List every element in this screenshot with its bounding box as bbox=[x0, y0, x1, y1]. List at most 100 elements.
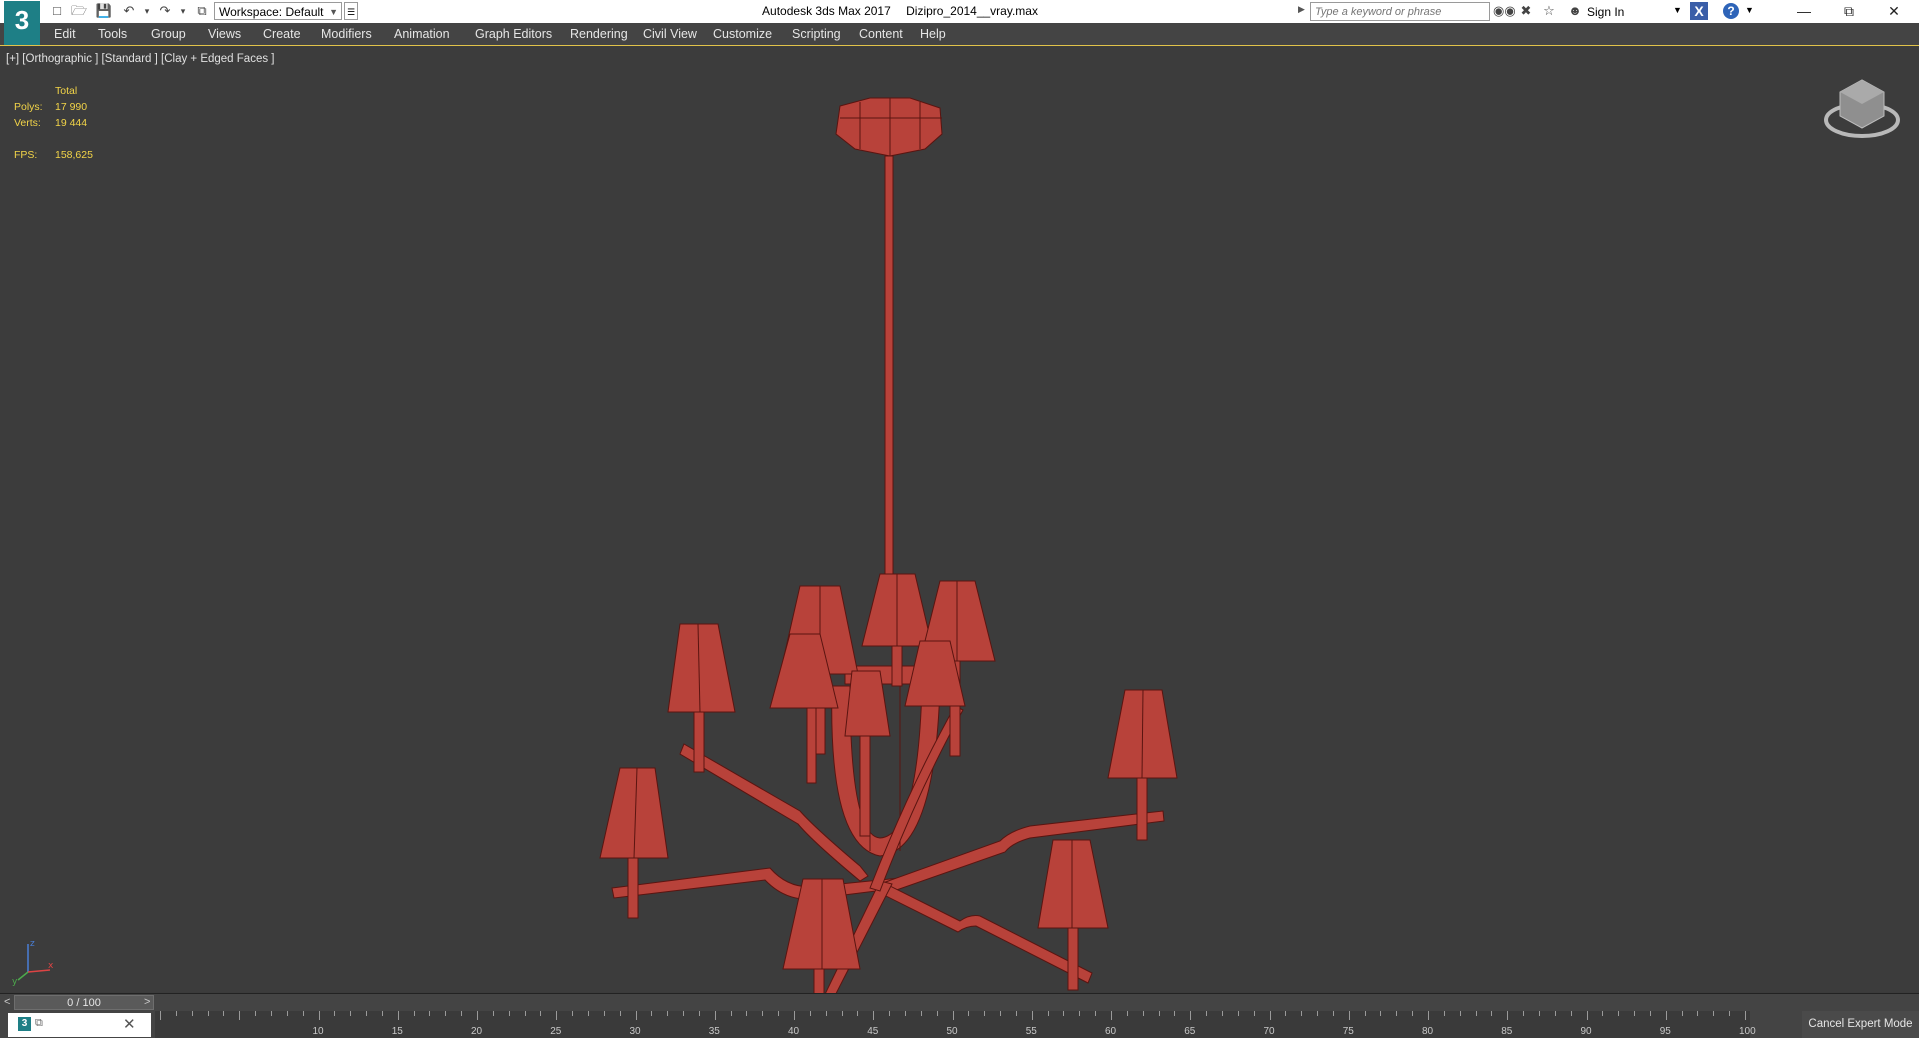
cancel-expert-mode-button[interactable]: Cancel Expert Mode bbox=[1802, 1011, 1919, 1038]
track-tick bbox=[889, 1011, 891, 1016]
suspension-rod bbox=[884, 155, 894, 577]
menu-graph-editors[interactable]: Graph Editors bbox=[475, 27, 552, 41]
menu-modifiers[interactable]: Modifiers bbox=[321, 27, 372, 41]
track-tick bbox=[698, 1011, 700, 1016]
track-tick bbox=[762, 1011, 764, 1016]
restore-icon[interactable]: ⧉ bbox=[1826, 0, 1872, 23]
help-icon[interactable]: ? bbox=[1723, 3, 1739, 19]
menu-views[interactable]: Views bbox=[208, 27, 241, 41]
sign-in-button[interactable]: Sign In bbox=[1587, 5, 1624, 19]
viewcube-icon[interactable] bbox=[1822, 76, 1902, 146]
menu-content[interactable]: Content bbox=[859, 27, 903, 41]
track-tick bbox=[461, 1011, 463, 1016]
maxscript-mini-listener[interactable]: 3 ⧉ ✕ bbox=[8, 1013, 151, 1037]
track-tick-label: 60 bbox=[1105, 1026, 1117, 1037]
track-tick bbox=[746, 1011, 748, 1016]
perspective-viewport[interactable]: [+] [Orthographic ] [Standard ] [Clay + … bbox=[0, 45, 1919, 993]
communication-center-icon[interactable]: ✖ bbox=[1517, 3, 1535, 19]
previous-frame-button[interactable]: < bbox=[4, 996, 10, 1008]
lamp-shade bbox=[599, 767, 669, 919]
menu-tools[interactable]: Tools bbox=[98, 27, 127, 41]
menu-rendering[interactable]: Rendering bbox=[570, 27, 628, 41]
workspace-value: Workspace: Default bbox=[219, 5, 324, 19]
axis-z-label: z bbox=[30, 939, 35, 949]
track-tick bbox=[1269, 1011, 1271, 1020]
track-tick bbox=[334, 1011, 336, 1016]
track-tick bbox=[1253, 1011, 1255, 1016]
axis-tripod-icon: z x y bbox=[12, 939, 54, 986]
track-tick bbox=[1713, 1011, 1715, 1016]
track-tick bbox=[1745, 1011, 1746, 1020]
track-tick bbox=[239, 1011, 241, 1020]
track-bar[interactable]: 10 15 20 25 30 35 40 45 50 55 60 65 70 75 80 85 90 95 100 bbox=[155, 1011, 1756, 1038]
menu-help[interactable]: Help bbox=[920, 27, 946, 41]
track-tick bbox=[1665, 1011, 1667, 1020]
open-file-icon[interactable]: 🗁 bbox=[70, 3, 88, 19]
user-icon[interactable]: ☻ bbox=[1566, 3, 1584, 19]
chandelier-model[interactable] bbox=[0, 46, 1919, 993]
track-tick bbox=[492, 1011, 494, 1016]
menu-bar: Edit Tools Group Views Create Modifiers … bbox=[0, 23, 1919, 46]
track-tick-label: 100 bbox=[1739, 1026, 1756, 1037]
menu-civil-view[interactable]: Civil View bbox=[643, 27, 697, 41]
track-tick bbox=[381, 1011, 383, 1016]
viewport-label-menu[interactable]: [+] [Orthographic ] [Standard ] [Clay + … bbox=[6, 53, 274, 65]
workspace-dropdown[interactable]: Workspace: Default ▼ bbox=[214, 2, 342, 20]
track-tick bbox=[1396, 1011, 1398, 1016]
track-tick bbox=[1491, 1011, 1493, 1016]
close-icon[interactable]: ✕ bbox=[123, 1015, 136, 1033]
track-tick bbox=[968, 1011, 970, 1016]
title-bar: 3 □ 🗁 💾 ↶ ▾ ↷ ▾ ⧉ Workspace: Default ▼ ☰… bbox=[0, 0, 1919, 45]
time-slider-thumb[interactable]: 0 / 100 bbox=[14, 995, 154, 1010]
binoculars-icon[interactable]: ◉◉ bbox=[1493, 3, 1516, 19]
restore-icon[interactable]: ⧉ bbox=[35, 1017, 43, 1030]
polys-value: 17 990 bbox=[55, 101, 88, 113]
track-tick bbox=[1126, 1011, 1128, 1016]
chevron-down-icon[interactable]: ▼ bbox=[1745, 5, 1754, 15]
menu-create[interactable]: Create bbox=[263, 27, 301, 41]
save-file-icon[interactable]: 💾 bbox=[95, 3, 113, 19]
lamp-shade bbox=[1037, 839, 1109, 991]
search-expand-icon[interactable]: ▶ bbox=[1298, 4, 1305, 15]
close-icon[interactable]: ✕ bbox=[1871, 0, 1917, 23]
track-tick-label: 65 bbox=[1184, 1026, 1196, 1037]
menu-group[interactable]: Group bbox=[151, 27, 186, 41]
track-tick bbox=[556, 1011, 558, 1020]
time-slider[interactable]: < 0 / 100 > bbox=[0, 993, 1919, 1012]
track-tick bbox=[1317, 1011, 1319, 1016]
bottom-bar: 3 ⧉ ✕ 10 15 20 25 30 35 40 45 50 55 60 65 70 75 80 85 90… bbox=[0, 1011, 1919, 1038]
track-tick bbox=[350, 1011, 352, 1016]
track-tick-label: 10 bbox=[312, 1026, 324, 1037]
chevron-down-icon[interactable]: ▼ bbox=[1673, 5, 1682, 15]
search-input[interactable] bbox=[1310, 2, 1490, 21]
verts-value: 19 444 bbox=[55, 117, 88, 129]
track-tick-label: 50 bbox=[946, 1026, 958, 1037]
minimize-icon[interactable]: — bbox=[1781, 0, 1827, 23]
track-tick bbox=[984, 1011, 986, 1016]
track-tick-label: 70 bbox=[1263, 1026, 1275, 1037]
track-tick-label: 55 bbox=[1025, 1026, 1037, 1037]
undo-icon[interactable]: ↶ bbox=[120, 3, 138, 19]
app-logo-button[interactable]: 3 bbox=[4, 1, 40, 45]
track-tick bbox=[1364, 1011, 1366, 1016]
menu-customize[interactable]: Customize bbox=[713, 27, 772, 41]
track-tick bbox=[1285, 1011, 1287, 1016]
redo-icon[interactable]: ↷ bbox=[156, 3, 174, 19]
undo-dropdown-icon[interactable]: ▾ bbox=[138, 3, 156, 19]
menu-scripting[interactable]: Scripting bbox=[792, 27, 841, 41]
track-tick-label: 35 bbox=[708, 1026, 720, 1037]
new-file-icon[interactable]: □ bbox=[48, 3, 66, 19]
track-tick bbox=[270, 1011, 272, 1016]
menu-edit[interactable]: Edit bbox=[54, 27, 76, 41]
menu-animation[interactable]: Animation bbox=[394, 27, 450, 41]
track-tick bbox=[1079, 1011, 1081, 1016]
project-folder-icon[interactable]: ⧉ bbox=[193, 3, 211, 19]
chevron-down-icon: ▼ bbox=[329, 7, 338, 17]
track-tick bbox=[873, 1011, 875, 1020]
autodesk-exchange-icon[interactable]: X bbox=[1690, 2, 1708, 20]
next-frame-button[interactable]: > bbox=[144, 996, 150, 1008]
favorites-star-icon[interactable]: ☆ bbox=[1540, 3, 1558, 19]
workspace-options-button[interactable]: ☰ bbox=[344, 2, 358, 20]
redo-dropdown-icon[interactable]: ▾ bbox=[174, 3, 192, 19]
track-tick bbox=[508, 1011, 510, 1016]
